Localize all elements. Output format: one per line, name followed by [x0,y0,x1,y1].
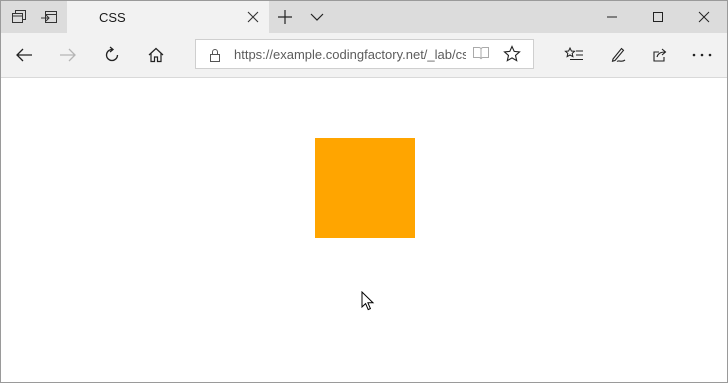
tab-actions-icon [12,10,26,23]
set-aside-tabs-button[interactable] [33,1,65,33]
share-icon [653,48,667,62]
more-button[interactable] [686,39,718,71]
favorites-list-icon [564,46,583,61]
back-button[interactable] [8,39,40,71]
back-arrow-icon [16,48,32,62]
maximize-button[interactable] [635,1,681,33]
active-tab[interactable]: CSS [67,1,269,33]
new-tab-button[interactable] [269,1,301,33]
favorites-hub-button[interactable] [558,39,590,71]
title-bar: CSS [1,1,727,33]
home-icon [148,47,164,63]
tab-title: CSS [99,10,126,25]
browser-window: CSS https://example.codingfactory.net/_l… [0,0,728,383]
close-icon [698,11,710,23]
book-icon [473,47,489,60]
forward-button[interactable] [52,39,84,71]
tab-close-button[interactable] [243,7,263,27]
pen-icon [611,47,626,62]
set-aside-tabs-icon [41,11,57,23]
reading-view-button[interactable] [472,45,492,63]
star-icon [503,45,521,62]
minimize-icon [607,16,617,18]
orange-square [315,138,415,238]
notes-button[interactable] [602,39,634,71]
url-text[interactable]: https://example.codingfactory.net/_lab/c… [234,47,466,62]
address-bar[interactable]: https://example.codingfactory.net/_lab/c… [195,39,534,69]
mouse-cursor-icon [361,291,375,311]
share-button[interactable] [644,39,676,71]
maximize-icon [653,12,663,22]
tab-list-button[interactable] [301,1,333,33]
plus-icon [278,10,292,24]
navigation-toolbar: https://example.codingfactory.net/_lab/c… [1,33,727,78]
minimize-button[interactable] [589,1,635,33]
chevron-down-icon [310,13,324,21]
forward-arrow-icon [60,48,76,62]
tab-actions-button[interactable] [3,1,35,33]
page-content [1,78,727,382]
refresh-button[interactable] [96,39,128,71]
more-icon [692,53,712,57]
close-icon [247,11,259,23]
home-button[interactable] [140,39,172,71]
lock-icon [210,49,220,62]
refresh-icon [105,46,119,62]
window-close-button[interactable] [681,1,727,33]
add-favorite-button[interactable] [503,45,523,63]
